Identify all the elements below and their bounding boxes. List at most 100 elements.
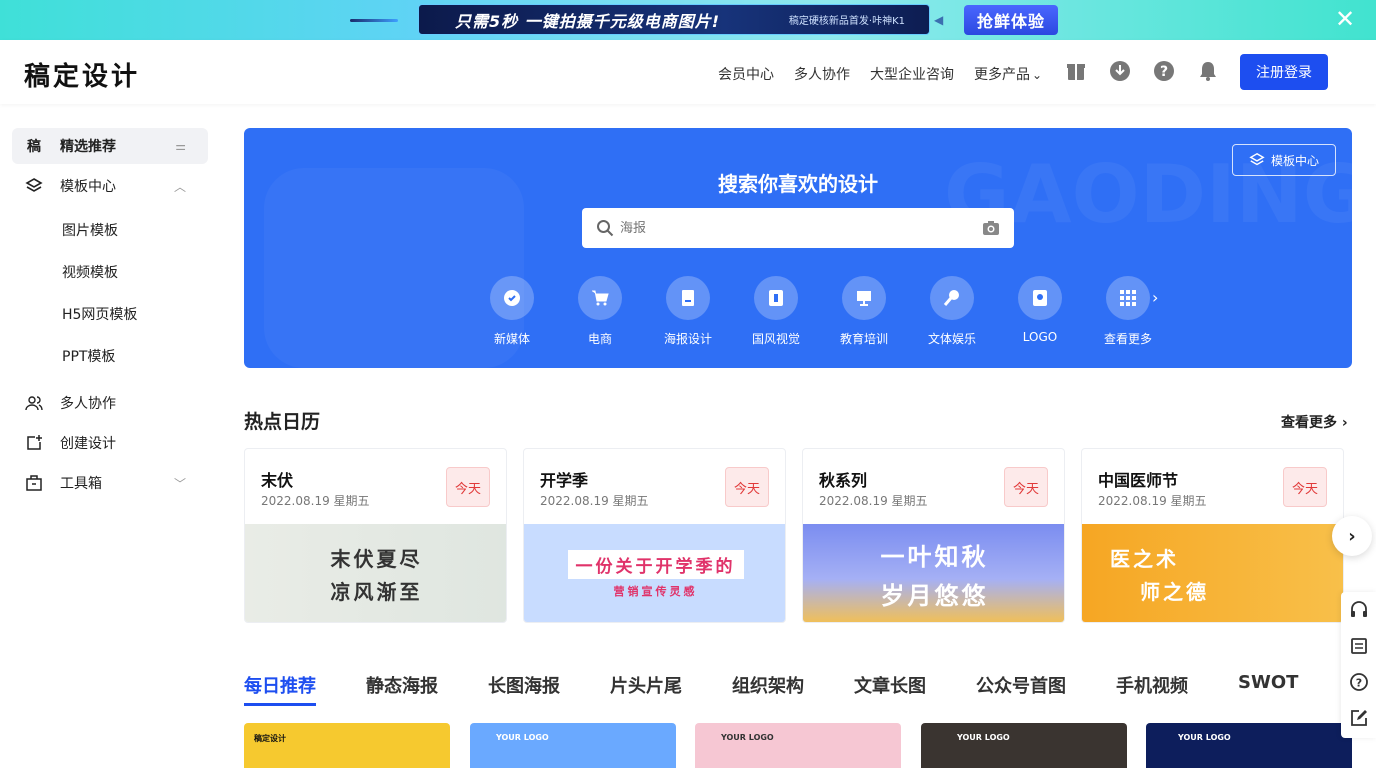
thumb-logo-text: 稿定设计 [254,734,286,743]
sidebar-sub-image-templates[interactable]: 图片模板 [62,220,118,240]
category-education[interactable]: 教育培训 [820,276,908,347]
top-nav: 会员中心 多人协作 大型企业咨询 更多产品 [718,64,1042,84]
headset-icon[interactable] [1349,600,1369,620]
template-thumb[interactable]: YOUR LOGO [921,723,1127,768]
microphone-icon [930,276,974,320]
category-label: 查看更多 [1103,332,1152,346]
sidebar-item-featured[interactable]: 稿 精选推荐 ⚌ [12,128,208,164]
hot-card-doctor[interactable]: 中国医师节 2022.08.19 星期五 今天 医之术 师之德 [1081,448,1344,623]
feedback-list-icon[interactable] [1349,636,1369,656]
sidebar-item-collab[interactable]: 多人协作 [12,385,208,421]
category-see-more[interactable]: 查看更多 [1084,276,1172,347]
banner-headline: 只需5秒 一键拍摄千元级电商图片! [455,11,721,31]
help-circle-icon[interactable]: ? [1349,672,1369,692]
top-header: 稿定设计 会员中心 多人协作 大型企业咨询 更多产品 ? 注册登录 [0,40,1376,104]
category-ecommerce[interactable]: 电商 [556,276,644,347]
hot-card-image-line2: 凉风渐至 [330,580,423,604]
thumb-logo-text: YOUR LOGO [1178,733,1231,742]
grid-icon [1106,276,1150,320]
hot-card-date: 2022.08.19 星期五 [261,494,370,508]
tab-static-poster[interactable]: 静态海报 [366,672,438,698]
nav-more-products[interactable]: 更多产品 [974,64,1042,84]
guofeng-icon [754,276,798,320]
sidebar-item-label: 工具箱 [60,476,102,492]
category-logo[interactable]: LOGO [996,276,1084,347]
sidebar-sub-ppt-templates[interactable]: PPT模板 [62,346,115,366]
category-label: 新媒体 [493,332,530,346]
sidebar-item-toolbox[interactable]: 工具箱 ﹀ [12,465,208,501]
hot-see-more-link[interactable]: 查看更多 › [1281,412,1348,432]
see-more-label: 查看更多 [1281,415,1337,431]
right-float-toolbar: ? [1341,592,1376,738]
sidebar-item-label: 多人协作 [60,396,116,412]
camera-icon[interactable] [982,220,1000,236]
sidebar-item-create[interactable]: 创建设计 [12,425,208,461]
chevron-up-icon[interactable]: ︿ [174,178,186,195]
svg-text:?: ? [1160,64,1168,80]
sidebar-item-template-center[interactable]: 模板中心 ︿ [12,168,208,204]
tab-daily[interactable]: 每日推荐 [244,672,316,698]
category-label: 教育培训 [839,332,888,346]
chevron-right-icon[interactable]: › [1152,288,1158,347]
nav-enterprise[interactable]: 大型企业咨询 [870,64,954,84]
tab-phone-video[interactable]: 手机视频 [1116,672,1188,698]
category-label: 海报设计 [663,332,712,346]
banner-try-button[interactable]: 抢鲜体验 [964,5,1058,35]
hero-search-banner: GAODING 模板中心 搜索你喜欢的设计 新媒体 电商 海报设计 国风视觉 教… [244,128,1352,368]
thumb-logo-text: YOUR LOGO [957,733,1010,742]
register-login-button[interactable]: 注册登录 [1240,54,1328,90]
template-tabs: 每日推荐 静态海报 长图海报 片头片尾 组织架构 文章长图 公众号首图 手机视频… [244,672,1298,698]
logo-icon [1018,276,1062,320]
category-guofeng[interactable]: 国风视觉 [732,276,820,347]
sliders-icon[interactable]: ⚌ [175,139,186,153]
category-poster[interactable]: 海报设计 [644,276,732,347]
edit-icon[interactable] [1349,708,1369,728]
sidebar-sub-h5-templates[interactable]: H5网页模板 [62,304,137,324]
category-entertainment[interactable]: 文体娱乐 [908,276,996,347]
sidebar-sub-video-templates[interactable]: 视频模板 [62,262,118,282]
hero-search-box[interactable] [582,208,1014,248]
search-input[interactable] [620,220,960,236]
category-new-media[interactable]: 新媒体 [468,276,556,347]
hot-card-image-line1: 一份关于开学季的 [567,549,744,579]
bell-icon[interactable] [1197,60,1219,82]
tab-org-chart[interactable]: 组织架构 [732,672,804,698]
hot-card-school[interactable]: 开学季 2022.08.19 星期五 今天 一份关于开学季的 营销宣传灵感 [523,448,786,623]
promo-banner[interactable]: 只需5秒 一键拍摄千元级电商图片! 稿定硬核新品首发·咔神K1 ◀ 抢鲜体验 ✕ [0,0,1376,40]
template-thumb[interactable]: YOUR LOGO [695,723,901,768]
chat-icon [490,276,534,320]
hot-card-image: 末伏夏尽 凉风渐至 [245,524,506,622]
search-icon [597,220,614,237]
banner-arrow-icon: ◀ [934,13,944,27]
banner-promo-image[interactable]: 只需5秒 一键拍摄千元级电商图片! 稿定硬核新品首发·咔神K1 [418,4,930,35]
hot-calendar-title: 热点日历 [244,411,321,433]
hot-card-name: 中国医师节 [1098,471,1179,490]
today-badge: 今天 [1004,467,1048,507]
banner-progress-bar [350,19,398,22]
education-icon [842,276,886,320]
tab-intro-outro[interactable]: 片头片尾 [610,672,682,698]
template-thumb[interactable]: 稿定设计 [244,723,450,768]
tab-article-long[interactable]: 文章长图 [854,672,926,698]
banner-close-icon[interactable]: ✕ [1332,6,1358,32]
help-icon[interactable]: ? [1153,60,1175,82]
today-badge: 今天 [1283,467,1327,507]
chevron-down-icon[interactable]: ﹀ [174,475,186,492]
template-thumb[interactable]: YOUR LOGO [470,723,676,768]
nav-vip-center[interactable]: 会员中心 [718,64,774,84]
sidebar-item-label: 创建设计 [60,436,116,452]
template-thumb[interactable]: YOUR LOGO [1146,723,1352,768]
hot-card-mofu[interactable]: 末伏 2022.08.19 星期五 今天 末伏夏尽 凉风渐至 [244,448,507,623]
hot-card-autumn[interactable]: 秋系列 2022.08.19 星期五 今天 一叶知秋 岁月悠悠 [802,448,1065,623]
hot-card-image-line2: 岁月悠悠 [880,582,989,610]
site-logo[interactable]: 稿定设计 [24,56,140,93]
tab-long-poster[interactable]: 长图海报 [488,672,560,698]
nav-collaboration[interactable]: 多人协作 [794,64,850,84]
download-icon[interactable] [1109,60,1131,82]
hot-card-image: 一份关于开学季的 营销宣传灵感 [524,524,785,622]
carousel-next-button[interactable]: › [1332,516,1372,556]
tab-wechat-cover[interactable]: 公众号首图 [976,672,1066,698]
gift-icon[interactable] [1065,60,1087,82]
category-label: LOGO [1022,330,1058,344]
tab-swot[interactable]: SWOT [1238,672,1298,698]
